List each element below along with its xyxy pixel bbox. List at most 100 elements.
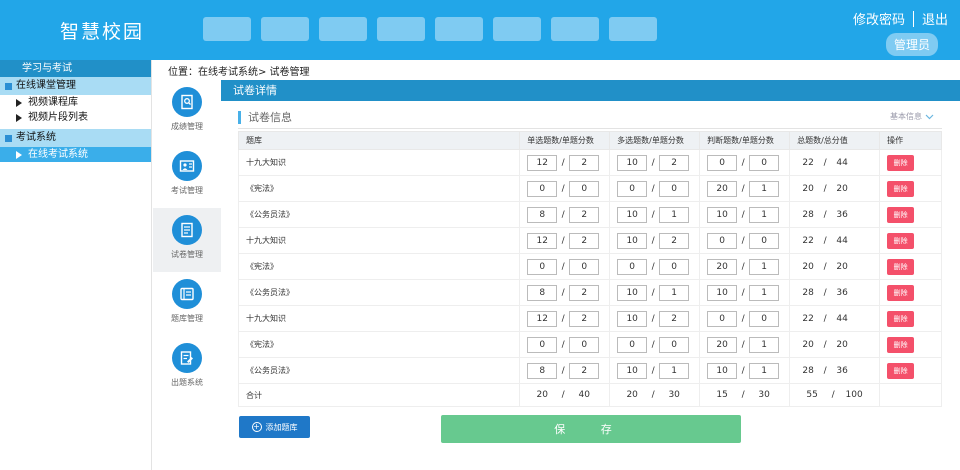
delete-button[interactable]: 删除 [887,232,915,249]
delete-button[interactable]: 删除 [887,336,915,353]
multi-count-input[interactable]: 10 [617,310,648,327]
judge-count-input[interactable]: 0 [707,232,738,249]
single-count-input[interactable]: 12 [527,232,558,249]
single-score-input[interactable]: 0 [569,180,600,197]
judge-count-input[interactable]: 0 [707,154,738,171]
single-count-input[interactable]: 8 [527,206,558,223]
slash-separator: / [651,313,655,324]
multi-count-input[interactable]: 0 [617,180,648,197]
judge-count-input[interactable]: 10 [707,284,738,301]
brand-title: 智慧校园 [60,21,145,43]
single-score-input[interactable]: 2 [569,206,600,223]
single-count-input[interactable]: 8 [527,362,558,379]
judge-score-input[interactable]: 0 [749,154,780,171]
module-compose[interactable]: 出题系统 [153,336,221,400]
single-score-input[interactable]: 0 [569,336,600,353]
delete-button[interactable]: 删除 [887,206,915,223]
sidebar-group-classroom[interactable]: 在线课堂管理 [0,77,151,95]
judge-count-input[interactable]: 20 [707,180,738,197]
basic-info-toggle[interactable]: 基本信息 [890,111,934,122]
multi-score-input[interactable]: 0 [659,180,690,197]
single-score-input[interactable]: 2 [569,154,600,171]
multi-count-input[interactable]: 10 [617,232,648,249]
judge-score-input[interactable]: 1 [749,336,780,353]
multi-cell: 10 / 1 [609,279,701,306]
judge-count-input[interactable]: 20 [707,336,738,353]
multi-score-input[interactable]: 2 [659,310,690,327]
sidebar-item-video-library[interactable]: 视频课程库 [0,95,151,110]
multi-count-input[interactable]: 10 [617,362,648,379]
change-password-link[interactable]: 修改密码 [853,9,905,28]
table-total-row: 合计 20 / 40 20 / 30 15 / 30 55 / 100 [237,383,942,407]
top-nav-item[interactable] [435,17,483,41]
delete-button[interactable]: 删除 [887,154,915,171]
module-exam[interactable]: 考试管理 [153,144,221,208]
top-nav-item[interactable] [377,17,425,41]
judge-count-input[interactable]: 10 [707,206,738,223]
multi-score-input[interactable]: 0 [659,336,690,353]
delete-button[interactable]: 删除 [887,310,915,327]
judge-count-input[interactable]: 10 [707,362,738,379]
judge-score-input[interactable]: 0 [749,310,780,327]
multi-count-input[interactable]: 0 [617,258,648,275]
multi-cell: 10 / 2 [609,305,701,332]
single-score-input[interactable]: 2 [569,232,600,249]
single-score-input[interactable]: 2 [569,362,600,379]
judge-score-input[interactable]: 0 [749,232,780,249]
judge-score-input[interactable]: 1 [749,362,780,379]
top-nav-item[interactable] [261,17,309,41]
single-count-input[interactable]: 12 [527,154,558,171]
module-paper[interactable]: 试卷管理 [153,208,221,272]
single-score-input[interactable]: 2 [569,310,600,327]
save-button[interactable]: 保 存 [441,415,741,443]
add-bank-button[interactable]: + 添加题库 [239,416,310,438]
delete-button[interactable]: 删除 [887,284,915,301]
delete-button[interactable]: 删除 [887,362,915,379]
multi-count-input[interactable]: 10 [617,154,648,171]
sidebar-item-online-exam[interactable]: 在线考试系统 [0,147,151,162]
judge-count-input[interactable]: 20 [707,258,738,275]
slash-separator: / [741,390,745,400]
delete-button[interactable]: 删除 [887,258,915,275]
single-count-input[interactable]: 8 [527,284,558,301]
sidebar-group-exam[interactable]: 考试系统 [0,129,151,147]
multi-score-input[interactable]: 1 [659,362,690,379]
action-cell: 删除 [879,357,942,384]
judge-score-input[interactable]: 1 [749,206,780,223]
total-pair: 22 / 44 [797,236,879,246]
total-score: 20 [836,183,848,194]
module-question-bank[interactable]: 题库管理 [153,272,221,336]
single-score-input[interactable]: 0 [569,258,600,275]
top-nav-item[interactable] [203,17,251,41]
top-nav-item[interactable] [551,17,599,41]
judge-count-input[interactable]: 0 [707,310,738,327]
single-count-input[interactable]: 0 [527,258,558,275]
sidebar-item-video-clips[interactable]: 视频片段列表 [0,110,151,125]
single-count-input[interactable]: 12 [527,310,558,327]
single-score-input[interactable]: 2 [569,284,600,301]
multi-count-input[interactable]: 10 [617,206,648,223]
top-nav-item[interactable] [493,17,541,41]
multi-score-input[interactable]: 1 [659,206,690,223]
top-nav-item[interactable] [609,17,657,41]
multi-count-input[interactable]: 0 [617,336,648,353]
delete-button[interactable]: 删除 [887,180,915,197]
multi-score-input[interactable]: 2 [659,154,690,171]
single-count-input[interactable]: 0 [527,180,558,197]
total-cell: 20 / 20 [789,253,881,280]
top-bar: 智慧校园 修改密码 退出 管理员 [0,0,960,60]
judge-score-input[interactable]: 1 [749,284,780,301]
logout-link[interactable]: 退出 [922,9,948,28]
col-header-judge: 判断题数/单题分数 [699,131,791,150]
multi-count-input[interactable]: 10 [617,284,648,301]
multi-score-input[interactable]: 1 [659,284,690,301]
module-grade[interactable]: 成绩管理 [153,80,221,144]
single-count-input[interactable]: 0 [527,336,558,353]
top-nav-item[interactable] [319,17,367,41]
multi-score-input[interactable]: 0 [659,258,690,275]
role-badge[interactable]: 管理员 [885,33,938,56]
judge-score-input[interactable]: 1 [749,180,780,197]
judge-score-input[interactable]: 1 [749,258,780,275]
multi-score-input[interactable]: 2 [659,232,690,249]
total-score: 36 [836,209,848,220]
